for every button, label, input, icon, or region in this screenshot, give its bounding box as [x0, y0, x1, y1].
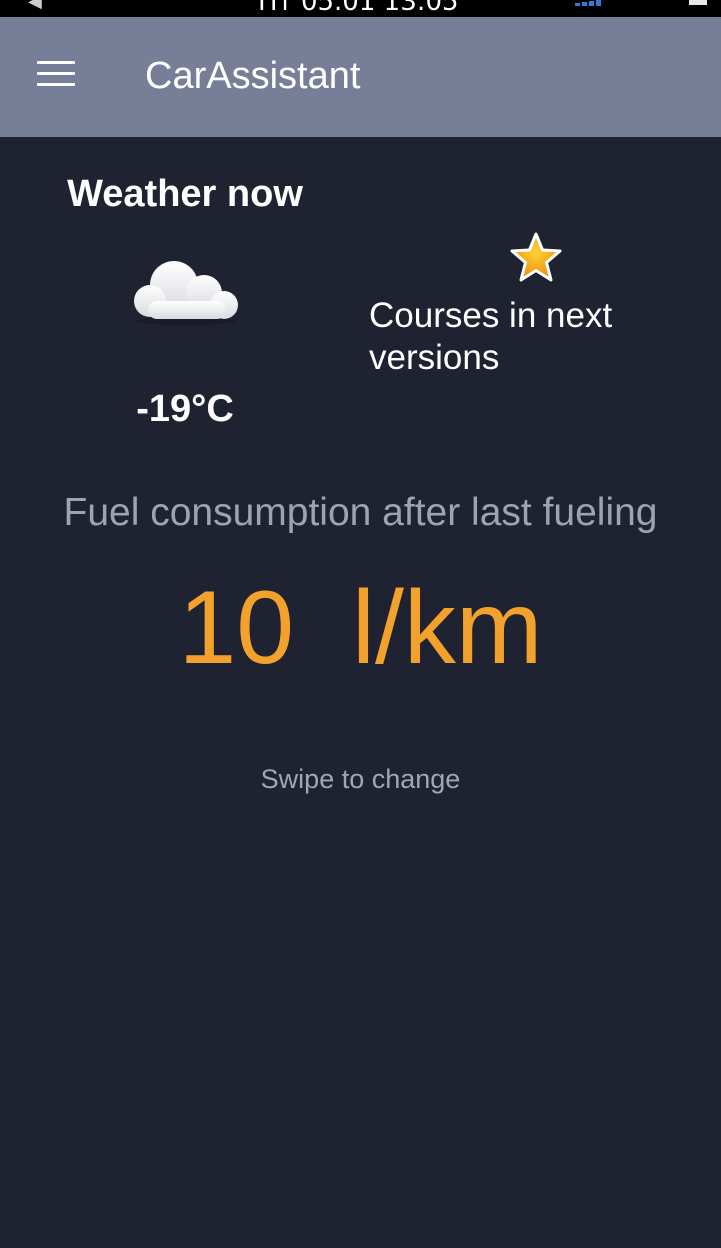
fuel-unit: l/km [351, 570, 543, 686]
back-arrow-icon: ◀ [28, 0, 42, 12]
battery-icon [689, 0, 707, 5]
signal-icon [575, 0, 601, 6]
weather-title: Weather now [67, 173, 303, 215]
temperature-value: -19°C [136, 388, 234, 430]
courses-promo-text[interactable]: Courses in next versions [369, 295, 689, 379]
fuel-consumption-label: Fuel consumption after last fueling [63, 491, 658, 534]
hamburger-menu-icon[interactable] [37, 59, 75, 89]
status-bar: ◀ Пт 05.01 13:05 [0, 0, 721, 17]
fuel-consumption-display[interactable]: 10 l/km [0, 568, 721, 688]
fuel-value: 10 [178, 570, 295, 686]
status-time: Пт 05.01 13:05 [258, 0, 459, 17]
star-icon[interactable] [509, 231, 563, 285]
cloud-icon [134, 261, 238, 325]
app-bar: CarAssistant [0, 17, 721, 137]
app-title: CarAssistant [145, 55, 361, 97]
swipe-hint: Swipe to change [260, 764, 461, 794]
